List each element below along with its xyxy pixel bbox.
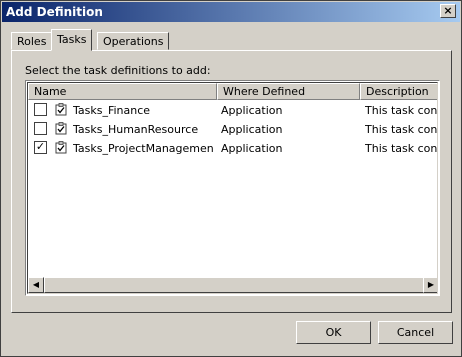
row-checkbox[interactable] — [34, 122, 47, 135]
list-item[interactable]: Tasks_HumanResource Application This tas… — [28, 120, 438, 139]
task-name: Tasks_HumanResource — [73, 123, 199, 136]
scroll-left-button[interactable]: ◀ — [28, 277, 44, 293]
where-defined: Application — [221, 123, 283, 136]
where-defined: Application — [221, 104, 283, 117]
close-button[interactable]: × — [440, 4, 456, 18]
scroll-thumb[interactable] — [44, 277, 424, 293]
task-checklist-icon — [55, 122, 67, 135]
list-content: Name Where Defined Description Tasks_Fin… — [27, 82, 438, 294]
row-checkbox[interactable] — [34, 103, 47, 116]
list-item[interactable]: Tasks_Finance Application This task cont… — [28, 101, 438, 120]
list-item[interactable]: ✓ Tasks_ProjectManagement Application Th… — [28, 139, 438, 158]
check-icon: ✓ — [35, 140, 46, 153]
tab-roles[interactable]: Roles — [11, 32, 53, 50]
column-header-description[interactable]: Description — [360, 83, 437, 100]
tab-operations[interactable]: Operations — [97, 32, 170, 50]
where-defined: Application — [221, 142, 283, 155]
task-name: Tasks_Finance — [73, 104, 151, 117]
column-header-name[interactable]: Name — [28, 83, 217, 100]
description: This task conta — [365, 142, 438, 155]
task-checklist-icon — [55, 103, 67, 116]
ok-button[interactable]: OK — [296, 321, 371, 344]
row-checkbox[interactable]: ✓ — [34, 141, 47, 154]
horizontal-scrollbar[interactable]: ◀ ▶ — [28, 277, 437, 293]
cancel-button[interactable]: Cancel — [378, 321, 453, 344]
task-definitions-list[interactable]: Name Where Defined Description Tasks_Fin… — [25, 80, 440, 296]
title-bar: Add Definition × — [2, 2, 460, 22]
instruction-label: Select the task definitions to add: — [25, 64, 211, 77]
add-definition-dialog: Add Definition × Roles Tasks Operations … — [0, 0, 462, 357]
dialog-title: Add Definition — [6, 5, 103, 19]
tab-tasks[interactable]: Tasks — [51, 29, 93, 51]
scroll-right-button[interactable]: ▶ — [423, 277, 437, 293]
description: This task conta — [365, 123, 438, 136]
close-icon: × — [443, 4, 453, 17]
task-checklist-icon — [55, 141, 67, 154]
task-name: Tasks_ProjectManagement — [73, 142, 213, 155]
arrow-right-icon: ▶ — [427, 280, 435, 289]
description: This task conta — [365, 104, 438, 117]
arrow-left-icon: ◀ — [32, 280, 40, 289]
column-header-where-defined[interactable]: Where Defined — [217, 83, 360, 100]
